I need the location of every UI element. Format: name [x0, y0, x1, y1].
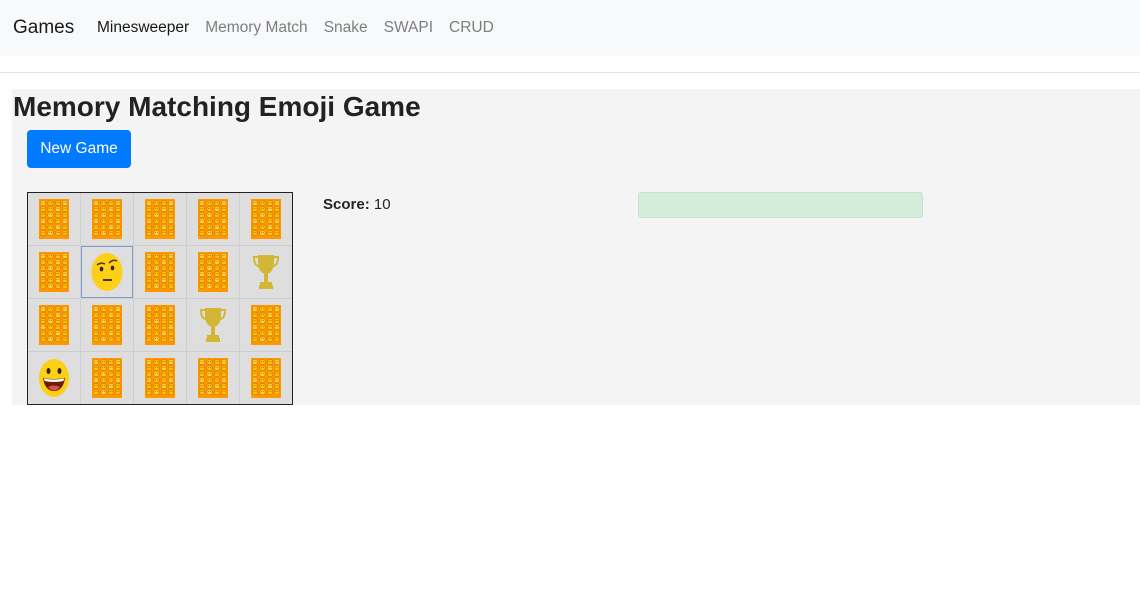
trophy-icon	[253, 253, 279, 291]
card-back-icon	[145, 252, 175, 292]
game-panel: Memory Matching Emoji Game New Game Scor…	[12, 89, 1140, 405]
card-back[interactable]	[81, 193, 133, 245]
card-back[interactable]	[134, 246, 186, 298]
navbar: Games Minesweeper Memory Match Snake SWA…	[0, 0, 1140, 56]
card-back[interactable]	[240, 299, 292, 351]
card-back[interactable]	[81, 352, 133, 404]
status-alert	[638, 192, 923, 218]
card-back-icon	[251, 358, 281, 398]
card-back[interactable]	[134, 352, 186, 404]
card-back[interactable]	[134, 193, 186, 245]
nav-links: Minesweeper Memory Match Snake SWAPI CRU…	[97, 19, 510, 37]
card-back[interactable]	[81, 299, 133, 351]
card-back-icon	[198, 252, 228, 292]
card-trophy[interactable]	[240, 246, 292, 298]
grinning-emoji-icon	[38, 358, 70, 398]
card-back-icon	[92, 358, 122, 398]
nav-item-snake[interactable]: Snake	[324, 19, 368, 37]
card-back-icon	[145, 199, 175, 239]
card-back-icon	[39, 305, 69, 345]
game-board	[27, 192, 293, 405]
card-grinning-emoji[interactable]	[28, 352, 80, 404]
card-raised-eyebrow-emoji[interactable]	[81, 246, 133, 298]
card-back[interactable]	[187, 193, 239, 245]
card-back-icon	[145, 305, 175, 345]
card-back-icon	[92, 199, 122, 239]
score-display: Score: 10	[323, 196, 391, 213]
nav-item-crud[interactable]: CRUD	[449, 19, 494, 37]
card-back-icon	[92, 305, 122, 345]
score-value: 10	[373, 196, 391, 213]
card-back-icon	[198, 199, 228, 239]
card-back[interactable]	[28, 299, 80, 351]
card-back[interactable]	[28, 193, 80, 245]
divider	[0, 72, 1140, 73]
page-title: Memory Matching Emoji Game	[13, 91, 421, 122]
card-back[interactable]	[28, 246, 80, 298]
card-trophy[interactable]	[187, 299, 239, 351]
card-back-icon	[145, 358, 175, 398]
nav-item-memory-match[interactable]: Memory Match	[205, 19, 308, 37]
card-back-icon	[251, 199, 281, 239]
trophy-icon	[200, 306, 226, 344]
raised-eyebrow-emoji-icon	[90, 252, 124, 292]
brand-link[interactable]: Games	[13, 17, 74, 39]
card-back[interactable]	[187, 246, 239, 298]
card-back-icon	[251, 305, 281, 345]
card-back[interactable]	[134, 299, 186, 351]
card-back[interactable]	[240, 352, 292, 404]
nav-item-swapi[interactable]: SWAPI	[384, 19, 433, 37]
card-back[interactable]	[187, 352, 239, 404]
new-game-button[interactable]: New Game	[27, 130, 131, 168]
card-back-icon	[198, 358, 228, 398]
score-label: Score:	[323, 196, 370, 213]
card-back[interactable]	[240, 193, 292, 245]
card-back-icon	[39, 252, 69, 292]
nav-item-minesweeper[interactable]: Minesweeper	[97, 19, 189, 37]
card-back-icon	[39, 199, 69, 239]
